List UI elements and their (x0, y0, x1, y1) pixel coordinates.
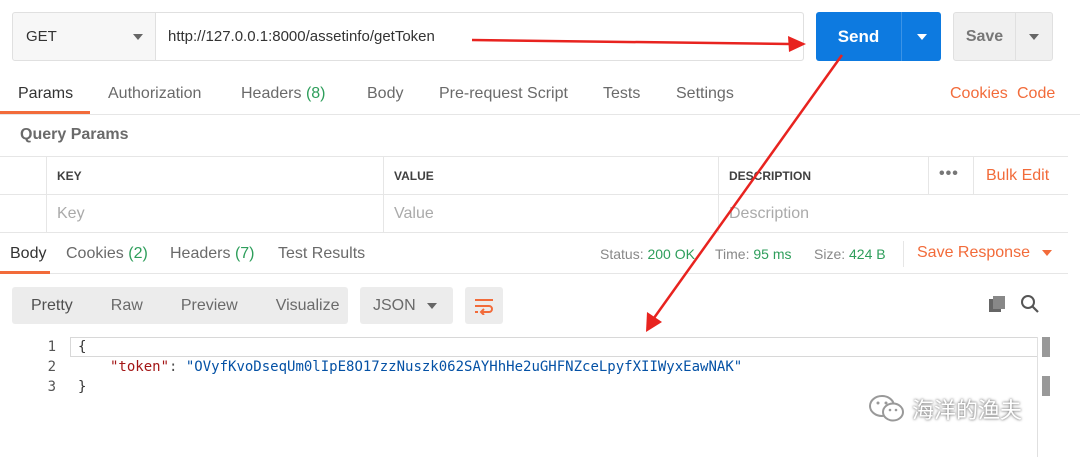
chevron-down-icon (1041, 250, 1052, 256)
code-open-brace: { (78, 339, 87, 355)
send-dropdown[interactable] (902, 12, 941, 61)
save-label: Save (954, 13, 1016, 60)
tab-response-body[interactable]: Body (10, 245, 46, 263)
json-value: "OVyfKvoDseqUm0lIpE8O17zzNuszk062SAYHhHe… (185, 359, 743, 375)
bulk-edit-link[interactable]: Bulk Edit (986, 167, 1049, 185)
code-token-line: "token": "OVyfKvoDseqUm0lIpE8O17zzNuszk0… (110, 359, 742, 375)
time-label: Time: (715, 246, 750, 262)
format-raw[interactable]: Raw (92, 297, 162, 315)
json-colon: : (169, 359, 186, 375)
format-select-value: JSON (373, 296, 416, 314)
chevron-down-icon (1029, 33, 1039, 40)
save-dropdown[interactable] (1016, 13, 1052, 60)
response-tabs: Body Cookies (2) Headers (7) Test Result… (0, 234, 1068, 274)
status-label: Status: (600, 246, 644, 262)
tab-response-cookies[interactable]: Cookies (2) (66, 245, 148, 263)
tab-headers[interactable]: Headers (8) (241, 85, 326, 103)
more-options-icon[interactable]: ••• (939, 165, 959, 183)
arrowhead-response (646, 312, 662, 332)
description-input[interactable]: Description (718, 195, 1068, 233)
method-label: GET (26, 28, 57, 45)
size-value: 424 B (849, 246, 886, 262)
query-params-title: Query Params (20, 126, 129, 143)
format-preview[interactable]: Preview (162, 297, 257, 315)
send-label: Send (816, 12, 902, 61)
cookies-count: (2) (128, 245, 148, 262)
editor-divider (1037, 337, 1038, 457)
line-number: 3 (47, 379, 56, 395)
scrollbar-thumb[interactable] (1042, 376, 1050, 396)
table-row: Key Value Description (0, 195, 1068, 233)
tab-authorization[interactable]: Authorization (108, 85, 201, 103)
line-number: 1 (47, 339, 56, 355)
response-headers-count: (7) (234, 245, 255, 262)
line-number: 2 (47, 359, 56, 375)
json-key: "token" (110, 359, 170, 375)
wrap-lines-icon (475, 298, 493, 315)
tab-headers-label: Headers (170, 245, 231, 262)
cookies-link[interactable]: Cookies (950, 85, 1008, 103)
save-response-button[interactable]: Save Response (917, 244, 1052, 262)
code-link[interactable]: Code (1017, 85, 1055, 103)
format-toggle-group: Pretty Raw Preview Visualize (12, 287, 348, 324)
headers-count: (8) (305, 85, 326, 102)
tab-cookies-label: Cookies (66, 245, 124, 262)
scrollbar-thumb[interactable] (1042, 337, 1050, 357)
active-tab-indicator (0, 111, 90, 114)
save-button[interactable]: Save (953, 12, 1053, 61)
format-select[interactable]: JSON (360, 287, 453, 324)
tab-params[interactable]: Params (18, 85, 73, 103)
column-header-value: VALUE (383, 157, 718, 195)
save-response-label: Save Response (917, 244, 1030, 261)
chevron-down-icon (427, 302, 437, 309)
time-value: 95 ms (753, 246, 792, 262)
active-line-highlight (70, 337, 1038, 357)
value-input[interactable]: Value (383, 195, 718, 233)
method-select[interactable]: GET (13, 13, 156, 60)
format-visualize[interactable]: Visualize (257, 297, 359, 315)
search-icon[interactable] (1020, 294, 1040, 314)
url-text: http://127.0.0.1:8000/assetinfo/getToken (168, 28, 435, 45)
tab-body[interactable]: Body (367, 85, 403, 103)
size-readout: Size: 424 B (814, 246, 886, 262)
code-close-brace: } (78, 379, 87, 395)
tab-test-results[interactable]: Test Results (278, 245, 365, 263)
key-input[interactable]: Key (46, 195, 383, 233)
send-button[interactable]: Send (816, 12, 941, 61)
watermark: 海洋的渔夫 (868, 393, 1022, 425)
tab-pre-request-script[interactable]: Pre-request Script (439, 85, 568, 103)
wechat-icon (869, 395, 904, 422)
divider (903, 241, 904, 267)
copy-icon[interactable] (988, 295, 1006, 313)
url-input[interactable]: http://127.0.0.1:8000/assetinfo/getToken (156, 13, 803, 60)
chevron-down-icon (133, 33, 143, 40)
active-tab-indicator (0, 271, 50, 274)
wrap-lines-button[interactable] (465, 287, 503, 324)
chevron-down-icon (916, 33, 927, 40)
tab-tests[interactable]: Tests (603, 85, 640, 103)
size-label: Size: (814, 246, 846, 262)
tab-response-headers[interactable]: Headers (7) (170, 245, 255, 263)
format-pretty[interactable]: Pretty (12, 297, 92, 315)
status-value: 200 OK (647, 246, 695, 262)
status-readout: Status: 200 OK (600, 246, 695, 262)
request-bar: GET http://127.0.0.1:8000/assetinfo/getT… (12, 12, 804, 61)
tab-headers-label: Headers (241, 85, 302, 102)
time-readout: Time: 95 ms (715, 246, 792, 262)
tab-settings[interactable]: Settings (676, 85, 734, 103)
request-tabs: Params Authorization Headers (8) Body Pr… (0, 73, 1080, 115)
params-table: KEY VALUE DESCRIPTION Key Value Descript… (0, 156, 1068, 234)
column-header-description: DESCRIPTION (718, 157, 928, 195)
column-header-key: KEY (46, 157, 383, 195)
watermark-text: 海洋的渔夫 (912, 399, 1023, 424)
params-header-row: KEY VALUE DESCRIPTION (0, 157, 1068, 195)
